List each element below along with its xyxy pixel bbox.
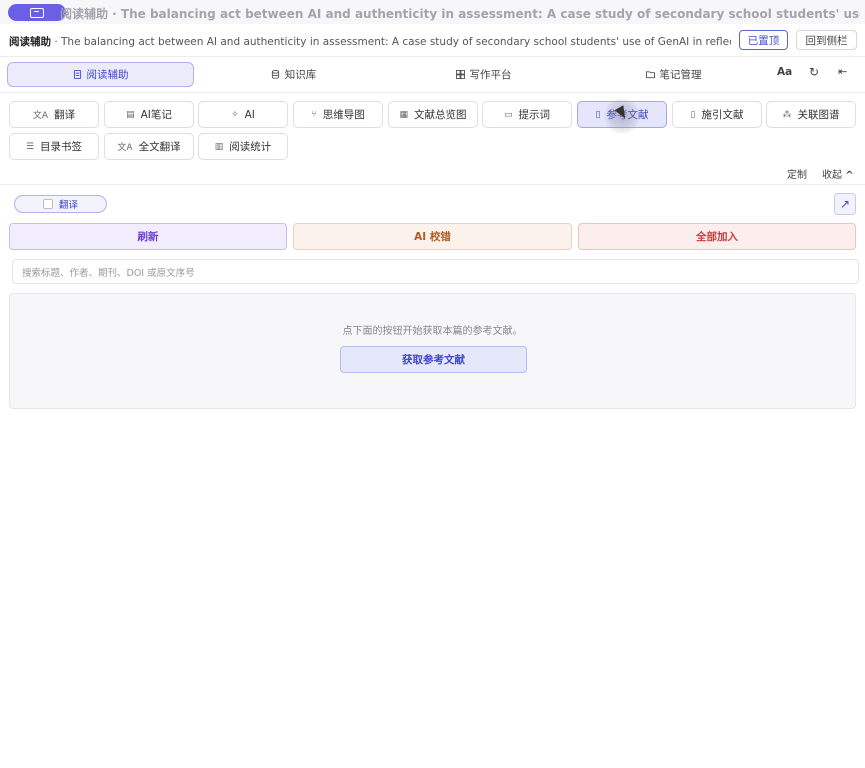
tool-citing-literature[interactable]: ▯ 施引文献 <box>672 101 762 128</box>
refresh-icon[interactable]: ↻ <box>809 65 819 79</box>
document-icon <box>73 70 81 79</box>
pinned-button[interactable]: 已置顶 <box>739 30 788 50</box>
divider <box>0 92 865 93</box>
stats-icon: ▥ <box>214 141 224 152</box>
note-icon: ▤ <box>126 109 135 120</box>
document-header: 阅读辅助 · The balancing act between AI and … <box>0 28 865 52</box>
tab-reading-assist[interactable]: 阅读辅助 <box>7 62 194 87</box>
translate-toggle[interactable]: 翻译 <box>14 195 107 213</box>
ai-check-button[interactable]: AI 校错 <box>293 223 572 250</box>
app-switcher-pill[interactable] <box>8 4 66 21</box>
overview-icon: ▦ <box>399 109 408 120</box>
grid-icon <box>455 70 465 79</box>
collapse-left-icon[interactable]: ⇤ <box>838 65 847 78</box>
tool-label: 思维导图 <box>322 109 365 121</box>
collapse-link[interactable]: 收起 ^ <box>822 166 854 181</box>
database-icon <box>271 70 279 79</box>
tab-knowledge-base[interactable]: 知识库 <box>200 62 387 87</box>
tab-writing-platform[interactable]: 写作平台 <box>390 62 577 87</box>
main-tab-bar: 阅读辅助 知识库 写作平台 笔记管理 Aa ↻ ⇤ <box>0 60 865 88</box>
tool-label: 阅读统计 <box>229 141 272 153</box>
tool-label: AI笔记 <box>140 109 172 121</box>
tool-literature-overview[interactable]: ▦ 文献总览图 <box>388 101 478 128</box>
tool-prompts[interactable]: ▭ 提示词 <box>482 101 572 128</box>
tool-related-graph[interactable]: ⁂ 关联图谱 <box>766 101 856 128</box>
tool-label: 目录书签 <box>40 141 83 153</box>
tab-notes-management[interactable]: 笔记管理 <box>580 62 767 87</box>
tab-label: 笔记管理 <box>659 69 702 81</box>
empty-hint: 点下面的按钮开始获取本篇的参考文献。 <box>342 326 523 337</box>
fulltext-translate-icon: 文A <box>117 143 133 153</box>
open-external-icon[interactable]: ↗ <box>834 193 856 215</box>
reference-search-input[interactable]: 搜索标题、作者、期刊、DOI 或原文序号 <box>12 259 859 284</box>
tool-toc-bookmarks[interactable]: ☰ 目录书签 <box>9 133 99 160</box>
tool-mind-map[interactable]: ⑂ 思维导图 <box>293 101 383 128</box>
citing-icon: ▯ <box>690 109 696 120</box>
window-icon <box>30 7 44 18</box>
tool-reading-stats[interactable]: ▥ 阅读统计 <box>198 133 288 160</box>
document-section-label: 阅读辅助 <box>9 36 51 48</box>
graph-icon: ⁂ <box>782 109 792 120</box>
tool-label: 翻译 <box>54 109 76 121</box>
toc-icon: ☰ <box>25 141 35 152</box>
back-to-sidebar-button[interactable]: 回到侧栏 <box>796 30 857 50</box>
font-size-button[interactable]: Aa <box>777 66 792 78</box>
tool-ai-notes[interactable]: ▤ AI笔记 <box>104 101 194 128</box>
translate-icon: 文A <box>32 111 49 121</box>
references-empty-panel: 点下面的按钮开始获取本篇的参考文献。 获取参考文献 <box>9 293 856 409</box>
reference-icon: ▯ <box>595 109 601 120</box>
sparkle-icon: ✧ <box>231 109 239 120</box>
divider <box>0 56 865 57</box>
window-title-bar: 阅读辅助 · The balancing act between AI and … <box>0 0 865 24</box>
fetch-references-button[interactable]: 获取参考文献 <box>340 346 527 373</box>
collapse-label: 收起 <box>822 170 842 181</box>
translate-toggle-label: 翻译 <box>58 200 78 211</box>
refresh-button[interactable]: 刷新 <box>9 223 287 250</box>
tool-fulltext-translate[interactable]: 文A 全文翻译 <box>104 133 194 160</box>
document-title: 阅读辅助 · The balancing act between AI and … <box>9 34 731 49</box>
divider <box>0 184 865 185</box>
chevron-up-icon: ^ <box>845 170 854 181</box>
tool-label: 施引文献 <box>701 109 744 121</box>
tool-label: 文献总览图 <box>414 109 467 121</box>
tool-ai[interactable]: ✧ AI <box>198 101 288 128</box>
prompt-icon: ▭ <box>503 109 513 120</box>
document-title-text: · The balancing act between AI and authe… <box>54 36 731 48</box>
tool-label: 提示词 <box>518 109 551 121</box>
tab-label: 写作平台 <box>469 69 512 81</box>
tab-label: 知识库 <box>284 69 317 81</box>
tab-label: 阅读辅助 <box>86 69 129 81</box>
window-title: 阅读辅助 · The balancing act between AI and … <box>60 7 860 21</box>
tool-label: 全文翻译 <box>138 141 181 153</box>
tool-label: 关联图谱 <box>797 109 840 121</box>
mindmap-icon: ⑂ <box>311 109 317 120</box>
customize-link[interactable]: 定制 <box>787 166 807 181</box>
translate-checkbox[interactable] <box>42 199 53 209</box>
tool-label: AI <box>244 108 255 121</box>
add-all-button[interactable]: 全部加入 <box>578 223 856 250</box>
folder-icon <box>645 71 655 79</box>
tool-translate[interactable]: 文A 翻译 <box>9 101 99 128</box>
